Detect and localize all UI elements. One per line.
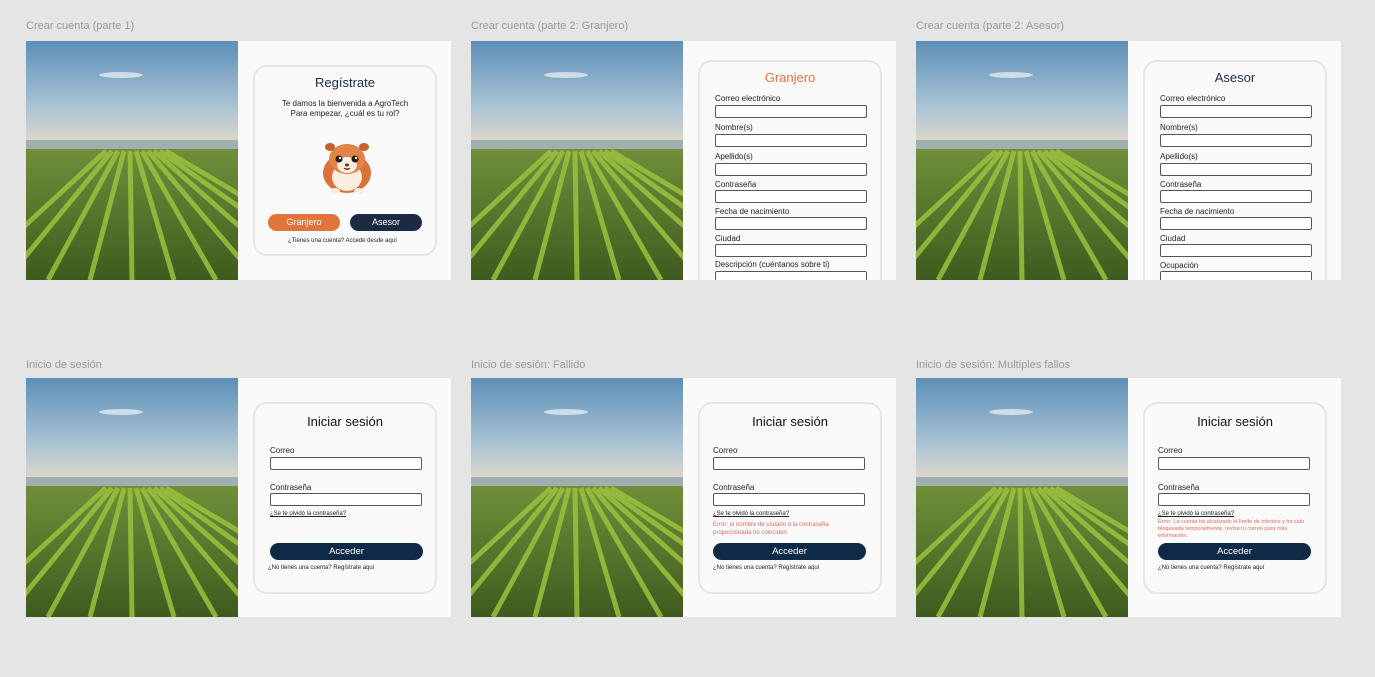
occupation-field[interactable]	[1160, 271, 1312, 280]
card-title: Granjero	[764, 70, 816, 85]
email-field[interactable]	[713, 457, 865, 470]
card-title: Iniciar sesión	[752, 414, 828, 429]
farmer-card: Granjero Correo electrónico Nombre(s) Ap…	[698, 60, 882, 280]
login-button[interactable]: Acceder	[270, 543, 423, 560]
frame-label-login: Inicio de sesión	[26, 359, 102, 371]
error-message: Error: el nombre de usuario o la contras…	[713, 522, 829, 536]
advisor-card: Asesor Correo electrónico Nombre(s) Apel…	[1143, 60, 1327, 280]
frame-register-farmer: Granjero Correo electrónico Nombre(s) Ap…	[471, 41, 896, 280]
register-link[interactable]: ¿No tienes una cuenta? Regístrate aquí	[268, 565, 374, 571]
advisor-button[interactable]: Asesor	[350, 214, 422, 231]
frame-label-login-failed: Inicio de sesión: Fallido	[471, 359, 586, 371]
last-name-field[interactable]	[1160, 163, 1312, 176]
card-title: Regístrate	[315, 75, 375, 90]
description-field[interactable]	[715, 271, 867, 280]
welcome-text: Te damos la bienvenida a AgroTech Para e…	[255, 99, 435, 119]
email-label: Correo electrónico	[715, 94, 781, 103]
password-label: Contraseña	[1160, 180, 1202, 189]
crop-field-photo	[26, 41, 238, 280]
birthdate-field[interactable]	[1160, 217, 1312, 230]
email-field[interactable]	[715, 105, 867, 118]
crop-field-photo	[916, 41, 1128, 280]
login-button[interactable]: Acceder	[1158, 543, 1311, 560]
password-label: Contraseña	[713, 483, 755, 492]
frame-register-advisor: Asesor Correo electrónico Nombre(s) Apel…	[916, 41, 1341, 280]
error-message: Error: La cuenta ha alcanzado el límite …	[1158, 519, 1305, 539]
email-label: Correo	[713, 446, 738, 455]
last-name-label: Apellido(s)	[715, 152, 753, 161]
first-name-label: Nombre(s)	[1160, 123, 1198, 132]
birthdate-label: Fecha de nacimiento	[1160, 207, 1235, 216]
password-label: Contraseña	[270, 483, 312, 492]
city-field[interactable]	[715, 244, 867, 257]
frame-label-register-advisor: Crear cuenta (parte 2: Asesor)	[916, 20, 1064, 32]
forgot-password-link[interactable]: ¿Se te olvidó la contraseña?	[270, 511, 346, 517]
frame-label-register1: Crear cuenta (parte 1)	[26, 20, 135, 32]
login-link[interactable]: ¿Tienes una cuenta? Accede desde aquí	[288, 238, 397, 244]
last-name-label: Apellido(s)	[1160, 152, 1198, 161]
farmer-button[interactable]: Granjero	[268, 214, 340, 231]
crop-field-photo	[471, 378, 683, 617]
description-label: Descripción (cuéntanos sobre ti)	[715, 260, 830, 269]
frame-label-login-locked: Inicio de sesión: Multiples fallos	[916, 359, 1071, 371]
email-field[interactable]	[1160, 105, 1312, 118]
email-label: Correo electrónico	[1160, 94, 1226, 103]
email-label: Correo	[1158, 446, 1183, 455]
welcome-line-1: Te damos la bienvenida a AgroTech	[281, 99, 409, 108]
login-card: Iniciar sesión Correo Contraseña ¿Se te …	[253, 402, 437, 594]
occupation-label: Ocupación	[1160, 261, 1199, 270]
login-card: Iniciar sesión Correo Contraseña ¿Se te …	[698, 402, 882, 594]
guinea-pig-mascot-icon	[323, 143, 371, 194]
birthdate-field[interactable]	[715, 217, 867, 230]
crop-field-photo	[916, 378, 1128, 617]
register-link[interactable]: ¿No tienes una cuenta? Regístrate aquí	[1158, 565, 1264, 571]
first-name-field[interactable]	[715, 134, 867, 147]
password-field[interactable]	[715, 190, 867, 203]
card-title: Iniciar sesión	[307, 414, 383, 429]
password-label: Contraseña	[715, 180, 757, 189]
login-card: Iniciar sesión Correo Contraseña ¿Se te …	[1143, 402, 1327, 594]
email-label: Correo	[270, 446, 295, 455]
birthdate-label: Fecha de nacimiento	[715, 207, 790, 216]
forgot-password-link[interactable]: ¿Se te olvidó la contraseña?	[1158, 511, 1234, 517]
register-card: Regístrate Te damos la bienvenida a Agro…	[253, 65, 437, 256]
password-field[interactable]	[1160, 190, 1312, 203]
frame-register1: Regístrate Te damos la bienvenida a Agro…	[26, 41, 451, 280]
first-name-field[interactable]	[1160, 134, 1312, 147]
city-field[interactable]	[1160, 244, 1312, 257]
password-label: Contraseña	[1158, 483, 1200, 492]
city-label: Ciudad	[715, 234, 741, 243]
frame-label-register-farmer: Crear cuenta (parte 2: Granjero)	[471, 20, 629, 32]
last-name-field[interactable]	[715, 163, 867, 176]
city-label: Ciudad	[1160, 234, 1186, 243]
email-field[interactable]	[1158, 457, 1310, 470]
frame-login: Iniciar sesión Correo Contraseña ¿Se te …	[26, 378, 451, 617]
crop-field-photo	[471, 41, 683, 280]
register-link[interactable]: ¿No tienes una cuenta? Regístrate aquí	[713, 565, 819, 571]
welcome-line-2: Para empezar, ¿cuál es tu rol?	[290, 109, 400, 118]
card-title: Asesor	[1214, 70, 1256, 85]
forgot-password-link[interactable]: ¿Se te olvidó la contraseña?	[713, 511, 789, 517]
frame-login-failed: Iniciar sesión Correo Contraseña ¿Se te …	[471, 378, 896, 617]
first-name-label: Nombre(s)	[715, 123, 753, 132]
password-field[interactable]	[270, 493, 422, 506]
password-field[interactable]	[1158, 493, 1310, 506]
password-field[interactable]	[713, 493, 865, 506]
email-field[interactable]	[270, 457, 422, 470]
login-button[interactable]: Acceder	[713, 543, 866, 560]
card-title: Iniciar sesión	[1197, 414, 1273, 429]
frame-login-locked: Iniciar sesión Correo Contraseña ¿Se te …	[916, 378, 1341, 617]
crop-field-photo	[26, 378, 238, 617]
